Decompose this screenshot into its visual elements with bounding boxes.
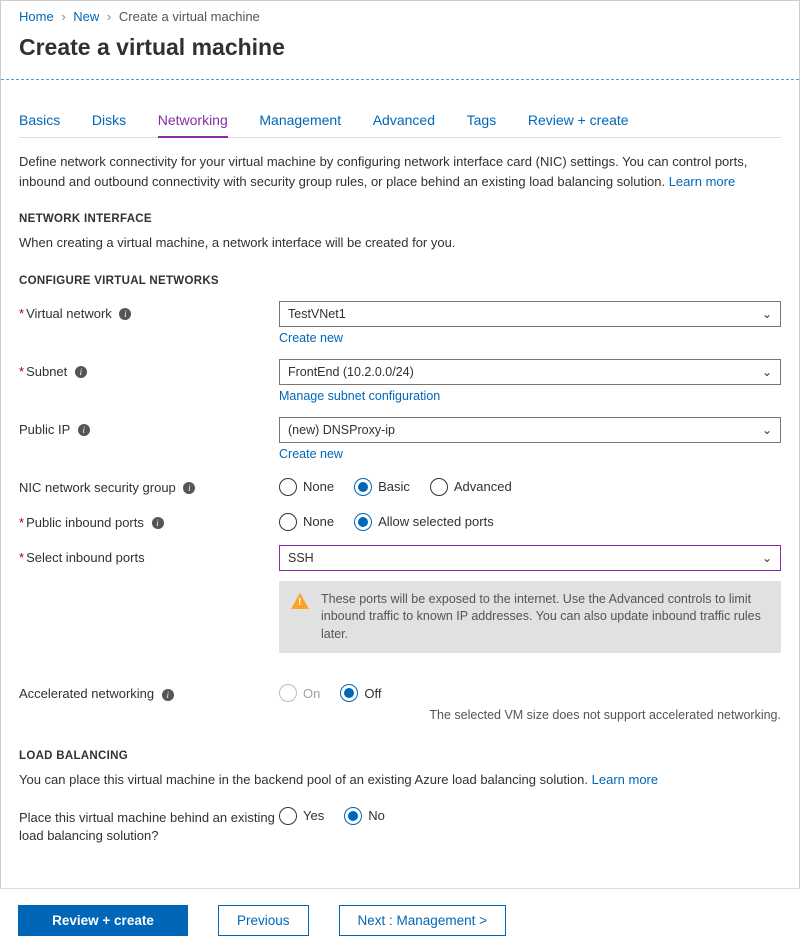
- create-new-vnet-link[interactable]: Create new: [279, 331, 343, 345]
- next-button[interactable]: Next : Management >: [339, 905, 506, 936]
- chevron-right-icon: ›: [107, 9, 111, 24]
- previous-button[interactable]: Previous: [218, 905, 309, 936]
- warning-banner: These ports will be exposed to the inter…: [279, 581, 781, 654]
- info-icon[interactable]: i: [75, 366, 87, 378]
- learn-more-link[interactable]: Learn more: [592, 772, 658, 787]
- tab-management[interactable]: Management: [259, 106, 341, 136]
- breadcrumb: Home › New › Create a virtual machine: [1, 1, 799, 28]
- info-icon[interactable]: i: [78, 424, 90, 436]
- nsg-radio-none[interactable]: None: [279, 478, 334, 496]
- accel-radio-off[interactable]: Off: [340, 684, 381, 702]
- info-icon[interactable]: i: [119, 308, 131, 320]
- info-icon[interactable]: i: [183, 482, 195, 494]
- accel-radio-group: On Off: [279, 681, 781, 702]
- label-virtual-network: *Virtual network i: [19, 301, 279, 321]
- tab-review[interactable]: Review + create: [528, 106, 629, 136]
- subnet-select[interactable]: FrontEnd (10.2.0.0/24) ⌄: [279, 359, 781, 385]
- pip-radio-group: None Allow selected ports: [279, 510, 781, 531]
- create-new-ip-link[interactable]: Create new: [279, 447, 343, 461]
- manage-subnet-link[interactable]: Manage subnet configuration: [279, 389, 440, 403]
- learn-more-link[interactable]: Learn more: [669, 174, 735, 189]
- tab-advanced[interactable]: Advanced: [373, 106, 435, 136]
- chevron-down-icon: ⌄: [762, 307, 772, 321]
- breadcrumb-new[interactable]: New: [73, 9, 99, 24]
- chevron-right-icon: ›: [61, 9, 65, 24]
- info-icon[interactable]: i: [162, 689, 174, 701]
- label-nsg: NIC network security group i: [19, 475, 279, 495]
- nsg-radio-basic[interactable]: Basic: [354, 478, 410, 496]
- section-network-interface: NETWORK INTERFACE: [19, 213, 781, 225]
- chevron-down-icon: ⌄: [762, 423, 772, 437]
- tab-tags[interactable]: Tags: [467, 106, 497, 136]
- network-interface-desc: When creating a virtual machine, a netwo…: [19, 233, 781, 253]
- section-load-balancing: LOAD BALANCING: [19, 750, 781, 762]
- label-public-ip: Public IP i: [19, 417, 279, 437]
- label-select-inbound-ports: *Select inbound ports: [19, 545, 279, 565]
- tabs: Basics Disks Networking Management Advan…: [19, 106, 781, 138]
- accel-helper-text: The selected VM size does not support ac…: [279, 708, 781, 722]
- section-configure-vnets: CONFIGURE VIRTUAL NETWORKS: [19, 275, 781, 287]
- chevron-down-icon: ⌄: [762, 551, 772, 565]
- virtual-network-select[interactable]: TestVNet1 ⌄: [279, 301, 781, 327]
- page-title: Create a virtual machine: [1, 28, 799, 79]
- tab-basics[interactable]: Basics: [19, 106, 60, 136]
- lb-radio-group: Yes No: [279, 804, 781, 825]
- lb-radio-no[interactable]: No: [344, 807, 385, 825]
- tab-networking[interactable]: Networking: [158, 106, 228, 138]
- label-accelerated-networking: Accelerated networking i: [19, 681, 279, 701]
- public-ip-select[interactable]: (new) DNSProxy-ip ⌄: [279, 417, 781, 443]
- review-create-button[interactable]: Review + create: [18, 905, 188, 936]
- lb-radio-yes[interactable]: Yes: [279, 807, 324, 825]
- accel-radio-on: On: [279, 684, 320, 702]
- breadcrumb-home[interactable]: Home: [19, 9, 54, 24]
- breadcrumb-current: Create a virtual machine: [119, 9, 260, 24]
- nsg-radio-advanced[interactable]: Advanced: [430, 478, 512, 496]
- pip-radio-allow[interactable]: Allow selected ports: [354, 513, 494, 531]
- label-subnet: *Subnet i: [19, 359, 279, 379]
- label-public-inbound-ports: *Public inbound ports i: [19, 510, 279, 530]
- label-lb-question: Place this virtual machine behind an exi…: [19, 804, 279, 845]
- warning-icon: [291, 593, 309, 609]
- select-inbound-ports-select[interactable]: SSH ⌄: [279, 545, 781, 571]
- pip-radio-none[interactable]: None: [279, 513, 334, 531]
- intro-text: Define network connectivity for your vir…: [19, 152, 781, 191]
- chevron-down-icon: ⌄: [762, 365, 772, 379]
- load-balancing-desc: You can place this virtual machine in th…: [19, 770, 781, 790]
- nsg-radio-group: None Basic Advanced: [279, 475, 781, 496]
- info-icon[interactable]: i: [152, 517, 164, 529]
- tab-disks[interactable]: Disks: [92, 106, 126, 136]
- footer: Review + create Previous Next : Manageme…: [0, 888, 800, 952]
